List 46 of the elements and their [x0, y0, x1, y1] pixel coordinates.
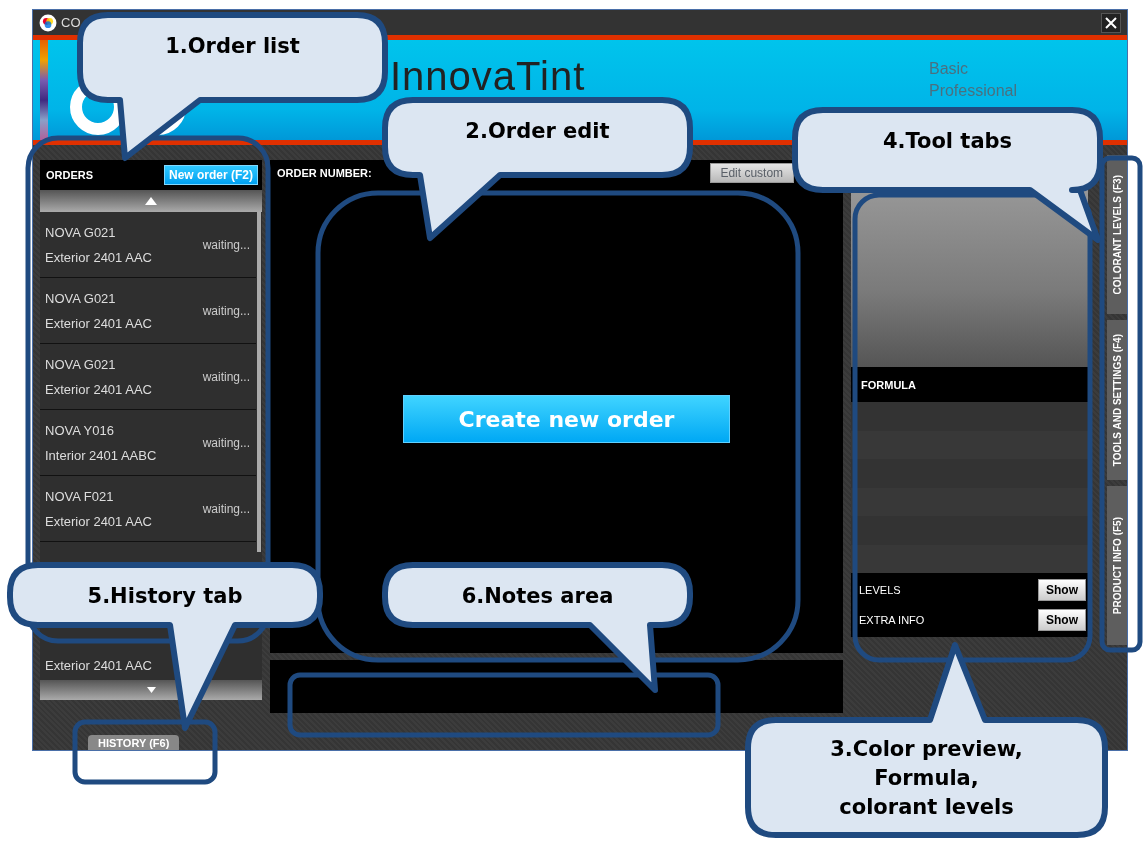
order-number-label: ORDER NUMBER:: [277, 166, 372, 179]
side-tab[interactable]: COLORANT LEVELS (F3): [1107, 155, 1127, 315]
order-color-name: NOVA G021: [45, 290, 117, 306]
close-button[interactable]: [1101, 12, 1121, 33]
window-title: CO: [61, 15, 81, 30]
callout-label: colorant levels: [839, 795, 1014, 819]
scrollbar[interactable]: [257, 212, 261, 552]
edition-label: Professional: [928, 81, 1017, 101]
down-arrow-icon: [146, 687, 156, 693]
callout-label: 1.Order list: [165, 34, 300, 58]
logo-text: InnovaTint: [390, 54, 586, 99]
show-button[interactable]: Show: [1038, 609, 1086, 631]
callout-label: Formula,: [874, 766, 979, 790]
callout-label: 3.Color preview,: [830, 737, 1023, 761]
callout-label: 2.Order edit: [465, 119, 610, 143]
show-button[interactable]: Show: [1038, 579, 1086, 601]
callout-label: 5.History tab: [87, 584, 243, 608]
order-product-name: Exterior 2401 AAC: [45, 249, 152, 265]
side-tab[interactable]: TOOLS AND SETTINGS (F4): [1107, 320, 1127, 480]
order-status: waiting...: [202, 501, 250, 516]
history-tab[interactable]: HISTORY (F6): [88, 735, 180, 750]
order-status: waiting...: [202, 435, 250, 450]
up-arrow-icon: [145, 197, 157, 205]
edition-label: Basic: [928, 59, 970, 79]
color-wheel-icon: [39, 13, 57, 32]
option-label: LEVELS: [859, 584, 901, 596]
close-icon: [1104, 15, 1118, 30]
order-product-name: Exterior 2401 AAC: [45, 381, 152, 397]
order-color-name: NOVA Y016: [45, 422, 115, 438]
order-color-name: NOVA G021: [45, 224, 117, 240]
callout-label: 4.Tool tabs: [882, 129, 1013, 153]
scroll-up-button[interactable]: [40, 190, 262, 212]
order-color-name: NOVA F021: [45, 488, 115, 504]
formula-title: FORMULA: [861, 378, 916, 391]
side-tab[interactable]: PRODUCT INFO (F5): [1107, 485, 1127, 645]
option-label: EXTRA INFO: [859, 614, 925, 626]
order-status: waiting...: [202, 369, 250, 384]
order-product-name: Exterior 2401 AAC: [45, 657, 152, 673]
callout-label: 6.Notes area: [461, 584, 614, 608]
order-product-name: Exterior 2401 AAC: [45, 315, 152, 331]
order-color-name: NOVA G021: [45, 356, 117, 372]
order-product-name: Interior 2401 AABC: [45, 447, 157, 463]
order-product-name: Exterior 2401 AAC: [45, 513, 152, 529]
order-status: waiting...: [202, 303, 250, 318]
order-status: waiting...: [202, 237, 250, 252]
panel-title: ORDERS: [46, 169, 94, 181]
